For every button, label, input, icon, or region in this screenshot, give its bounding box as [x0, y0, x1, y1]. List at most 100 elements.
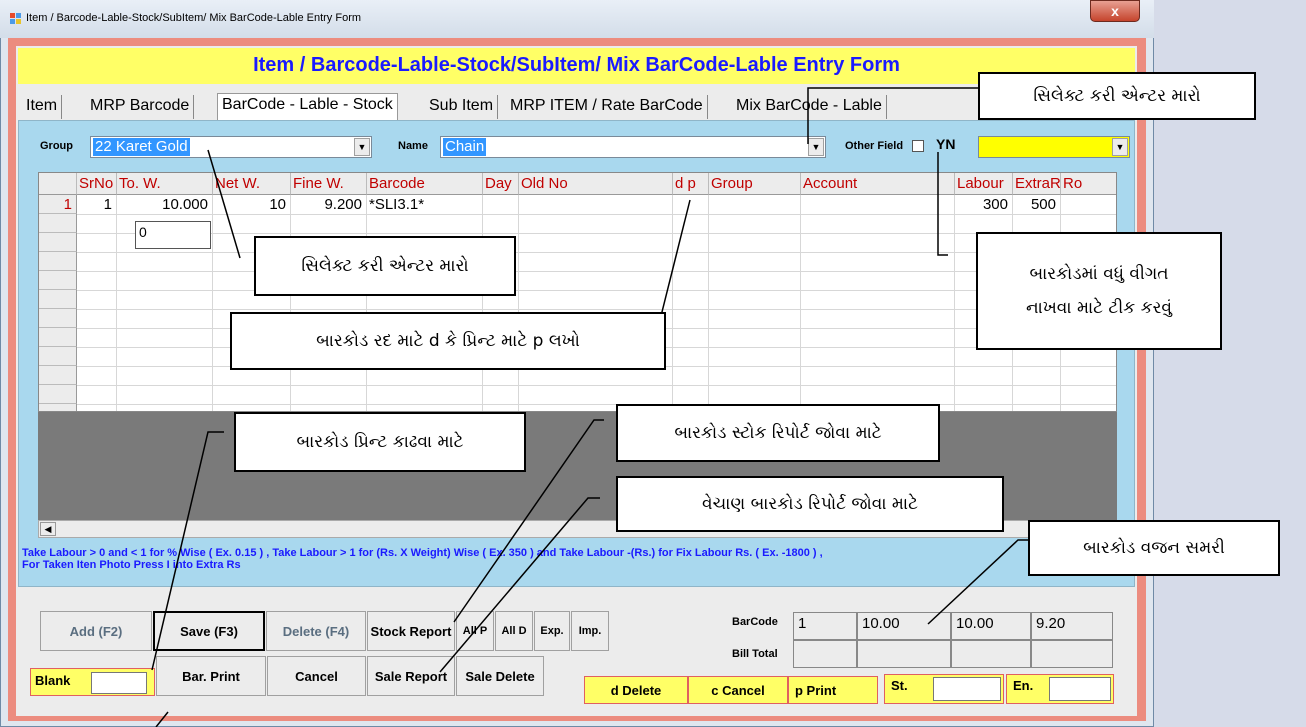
- row-header[interactable]: [39, 385, 77, 404]
- column-header[interactable]: Old No: [519, 173, 673, 195]
- cancel-button[interactable]: Cancel: [267, 656, 366, 696]
- summary-fine-weight: 9.20: [1031, 612, 1113, 640]
- bar-print-button[interactable]: Bar. Print: [156, 656, 266, 696]
- barcode-grid[interactable]: SrNo To. W. Net W. Fine W. Barcode Day O…: [38, 172, 1117, 412]
- column-header[interactable]: Barcode: [367, 173, 483, 195]
- column-header[interactable]: Day: [483, 173, 519, 195]
- grid-line: [954, 195, 955, 411]
- end-label: En.: [1013, 678, 1034, 693]
- hint-line-2: For Taken Iten Photo Press I into Extra …: [22, 559, 241, 571]
- tab-mrp-barcode[interactable]: MRP Barcode: [86, 95, 195, 119]
- bill-total-box: [793, 640, 857, 668]
- hint-line-1: Take Labour > 0 and < 1 for % Wise ( Ex.…: [22, 547, 823, 559]
- row-header[interactable]: [39, 404, 77, 411]
- tab-barcode-lable-stock[interactable]: BarCode - Lable - Stock: [217, 93, 398, 120]
- d-delete-label: d Delete: [584, 676, 688, 704]
- column-header[interactable]: Account: [801, 173, 955, 195]
- group-label: Group: [40, 140, 73, 152]
- column-header[interactable]: Fine W.: [291, 173, 367, 195]
- save-button[interactable]: Save (F3): [153, 611, 265, 651]
- cell-extra[interactable]: 500: [1031, 195, 1056, 214]
- scroll-left-icon[interactable]: ◀: [40, 522, 56, 536]
- name-combo[interactable]: Chain ▼: [440, 136, 826, 158]
- tab-sub-item[interactable]: Sub Item: [425, 95, 499, 119]
- tab-item[interactable]: Item: [22, 95, 63, 119]
- column-header[interactable]: Ro: [1061, 173, 1116, 195]
- group-combo[interactable]: 22 Karet Gold ▼: [90, 136, 372, 158]
- other-field-checkbox[interactable]: [912, 140, 924, 152]
- grid-line: [39, 385, 1116, 386]
- row-header[interactable]: [39, 290, 77, 309]
- row-header[interactable]: [39, 271, 77, 290]
- chevron-down-icon[interactable]: ▼: [808, 138, 824, 156]
- blank-label: Blank: [35, 673, 71, 688]
- start-range: St.: [884, 674, 1004, 704]
- all-p-button[interactable]: All P: [456, 611, 494, 651]
- add-button[interactable]: Add (F2): [40, 611, 152, 651]
- row-header[interactable]: [39, 214, 77, 233]
- callout-dp-hint: બારકોડ રદ માટે d કે પ્રિન્ટ માટે p લખો: [230, 312, 666, 370]
- grid-line: [366, 195, 367, 411]
- cell-net-w[interactable]: 10: [269, 195, 286, 214]
- column-header[interactable]: d p: [673, 173, 709, 195]
- row-header[interactable]: [39, 309, 77, 328]
- blank-input[interactable]: [91, 672, 147, 694]
- export-button[interactable]: Exp.: [534, 611, 570, 651]
- bill-total-box: [857, 640, 951, 668]
- edit-cell-to-w[interactable]: 0: [135, 221, 211, 249]
- column-header[interactable]: SrNo: [77, 173, 117, 195]
- cell-to-w[interactable]: 10.000: [162, 195, 208, 214]
- app-icon: [10, 13, 21, 24]
- name-value: Chain: [443, 138, 487, 156]
- grid-line: [800, 195, 801, 411]
- chevron-down-icon[interactable]: ▼: [354, 138, 370, 156]
- grid-line: [708, 195, 709, 411]
- column-header[interactable]: ExtraR: [1013, 173, 1061, 195]
- close-button[interactable]: x: [1090, 0, 1140, 22]
- grid-line: [482, 195, 483, 411]
- row-header[interactable]: [39, 328, 77, 347]
- start-input[interactable]: [933, 677, 1001, 701]
- row-header[interactable]: 1: [39, 195, 77, 214]
- tab-mrp-item-rate-barcode[interactable]: MRP ITEM / Rate BarCode: [506, 95, 708, 119]
- group-value: 22 Karet Gold: [93, 138, 190, 156]
- grid-line: [39, 309, 1116, 310]
- table-row[interactable]: 1 10.000 10 9.200 *SLI3.1* 300 500: [77, 195, 1116, 214]
- yn-combo[interactable]: ▼: [978, 136, 1130, 158]
- window-title: Item / Barcode-Lable-Stock/SubItem/ Mix …: [26, 12, 362, 24]
- sale-report-button[interactable]: Sale Report: [367, 656, 455, 696]
- grid-line: [212, 195, 213, 411]
- column-header[interactable]: Group: [709, 173, 801, 195]
- callout-line: બારકોડમાં વધું વીગત: [1029, 264, 1169, 284]
- cell-srno[interactable]: 1: [104, 195, 112, 214]
- blank-box: Blank: [30, 668, 155, 696]
- row-header[interactable]: [39, 233, 77, 252]
- sale-delete-button[interactable]: Sale Delete: [456, 656, 544, 696]
- callout-select-enter-top: સિલેક્ટ કરી એન્ટર મારો: [978, 72, 1256, 120]
- tab-mix-barcode-lable[interactable]: Mix BarCode - Lable: [732, 95, 887, 119]
- column-header[interactable]: To. W.: [117, 173, 213, 195]
- grid-line: [672, 195, 673, 411]
- c-cancel-label: c Cancel: [688, 676, 788, 704]
- stock-report-button[interactable]: Stock Report: [367, 611, 455, 651]
- end-input[interactable]: [1049, 677, 1111, 701]
- callout-line: નાખવા માટે ટીક કરવું: [1026, 298, 1172, 318]
- chevron-down-icon[interactable]: ▼: [1112, 138, 1128, 156]
- grid-line: [39, 404, 1116, 405]
- bill-total-box: [951, 640, 1031, 668]
- cell-labour[interactable]: 300: [983, 195, 1008, 214]
- import-button[interactable]: Imp.: [571, 611, 609, 651]
- row-header[interactable]: [39, 366, 77, 385]
- all-d-button[interactable]: All D: [495, 611, 533, 651]
- bill-total-box: [1031, 640, 1113, 668]
- cell-barcode[interactable]: *SLI3.1*: [369, 195, 424, 214]
- delete-button[interactable]: Delete (F4): [266, 611, 366, 651]
- row-header[interactable]: [39, 347, 77, 366]
- row-header[interactable]: [39, 252, 77, 271]
- title-bar[interactable]: Item / Barcode-Lable-Stock/SubItem/ Mix …: [0, 0, 1154, 38]
- summary-barcode-label: BarCode: [732, 616, 778, 628]
- column-header[interactable]: Labour: [955, 173, 1013, 195]
- end-range: En.: [1006, 674, 1114, 704]
- column-header[interactable]: Net W.: [213, 173, 291, 195]
- cell-fine-w[interactable]: 9.200: [324, 195, 362, 214]
